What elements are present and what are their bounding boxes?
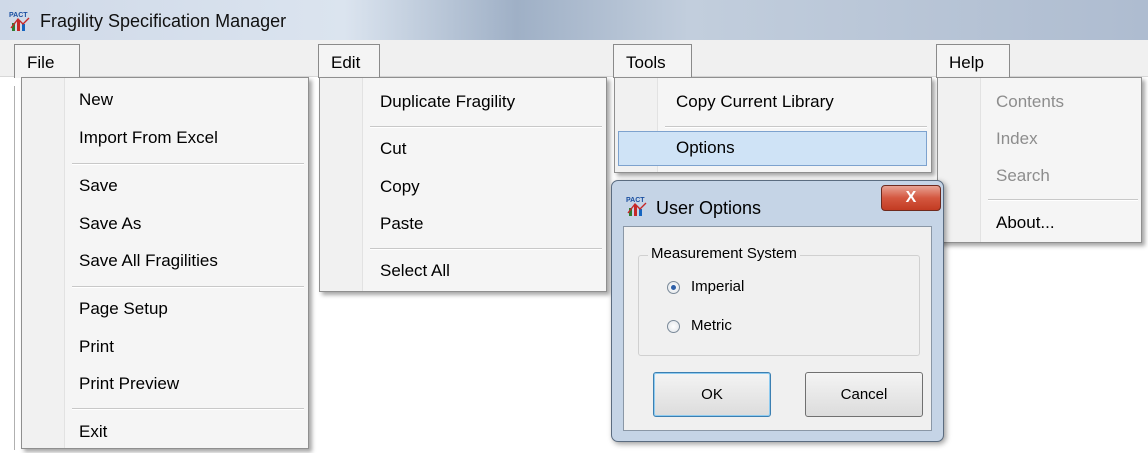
menu-item-print[interactable]: Print (79, 337, 114, 357)
radio-metric[interactable] (667, 320, 680, 333)
menu-item-contents[interactable]: Contents (996, 92, 1064, 112)
menu-edit[interactable]: Edit (318, 44, 380, 78)
ok-button-label: OK (701, 386, 723, 403)
menu-item-cut[interactable]: Cut (380, 139, 406, 159)
radio-imperial-label[interactable]: Imperial (691, 278, 744, 295)
dialog-body: Measurement System Imperial Metric OK Ca… (623, 226, 932, 431)
user-options-dialog: PACT User Options X Measurement System I… (611, 180, 944, 442)
menu-gutter (938, 78, 981, 242)
menu-tools[interactable]: Tools (613, 44, 692, 78)
menu-separator (370, 248, 602, 250)
menu-item-copy-current-library[interactable]: Copy Current Library (676, 92, 834, 112)
menu-gutter (320, 78, 363, 291)
menu-edit-label: Edit (331, 53, 361, 72)
menu-separator (665, 126, 927, 128)
menu-separator (72, 163, 304, 165)
menu-item-duplicate-fragility[interactable]: Duplicate Fragility (380, 92, 515, 112)
file-menu-dropdown: New Import From Excel Save Save As Save … (21, 77, 309, 449)
cancel-button-label: Cancel (840, 386, 888, 403)
menu-item-page-setup[interactable]: Page Setup (79, 299, 168, 319)
menu-file-label: File (27, 53, 55, 72)
dialog-title: User Options (656, 198, 762, 218)
menu-item-exit[interactable]: Exit (79, 422, 107, 442)
menu-item-search[interactable]: Search (996, 166, 1050, 186)
tools-menu-dropdown: Copy Current Library Options (614, 77, 932, 173)
pact-icon: PACT (626, 197, 647, 216)
menu-item-save[interactable]: Save (79, 176, 118, 196)
menu-gutter (22, 78, 65, 448)
menu-item-about[interactable]: About... (996, 213, 1055, 233)
close-button[interactable]: X (881, 185, 941, 211)
edit-menu-dropdown: Duplicate Fragility Cut Copy Paste Selec… (319, 77, 607, 292)
close-icon: X (905, 189, 917, 206)
menu-item-save-as[interactable]: Save As (79, 214, 141, 234)
menu-item-new[interactable]: New (79, 90, 113, 110)
radio-metric-label[interactable]: Metric (691, 317, 732, 334)
menu-file[interactable]: File (14, 44, 80, 78)
menu-help-label: Help (949, 53, 984, 72)
menu-separator (72, 408, 304, 410)
menu-separator (72, 286, 304, 288)
pact-icon: PACT (9, 12, 30, 31)
group-label: Measurement System (648, 245, 800, 262)
menu-item-highlight (618, 131, 927, 166)
measurement-system-group: Measurement System Imperial Metric (638, 245, 920, 356)
menu-item-paste[interactable]: Paste (380, 214, 423, 234)
menu-item-copy[interactable]: Copy (380, 177, 420, 197)
ok-button[interactable]: OK (653, 372, 771, 417)
svg-text:PACT: PACT (9, 12, 28, 19)
menu-item-print-preview[interactable]: Print Preview (79, 374, 179, 394)
menu-separator (370, 126, 602, 128)
title-bar: PACT Fragility Specification Manager (0, 0, 1148, 40)
menu-help[interactable]: Help (936, 44, 1010, 78)
menu-item-options[interactable]: Options (676, 138, 735, 158)
menu-separator (988, 199, 1138, 201)
menu-item-save-all-fragilities[interactable]: Save All Fragilities (79, 251, 218, 271)
menu-item-select-all[interactable]: Select All (380, 261, 450, 281)
menu-tools-label: Tools (626, 53, 666, 72)
window-title: Fragility Specification Manager (40, 11, 287, 31)
cancel-button[interactable]: Cancel (805, 372, 923, 417)
menu-item-import-from-excel[interactable]: Import From Excel (79, 128, 218, 148)
help-menu-dropdown: Contents Index Search About... (937, 77, 1142, 243)
background-panel-edge (14, 86, 15, 450)
radio-imperial[interactable] (667, 281, 680, 294)
svg-text:PACT: PACT (626, 197, 645, 204)
menu-item-index[interactable]: Index (996, 129, 1038, 149)
